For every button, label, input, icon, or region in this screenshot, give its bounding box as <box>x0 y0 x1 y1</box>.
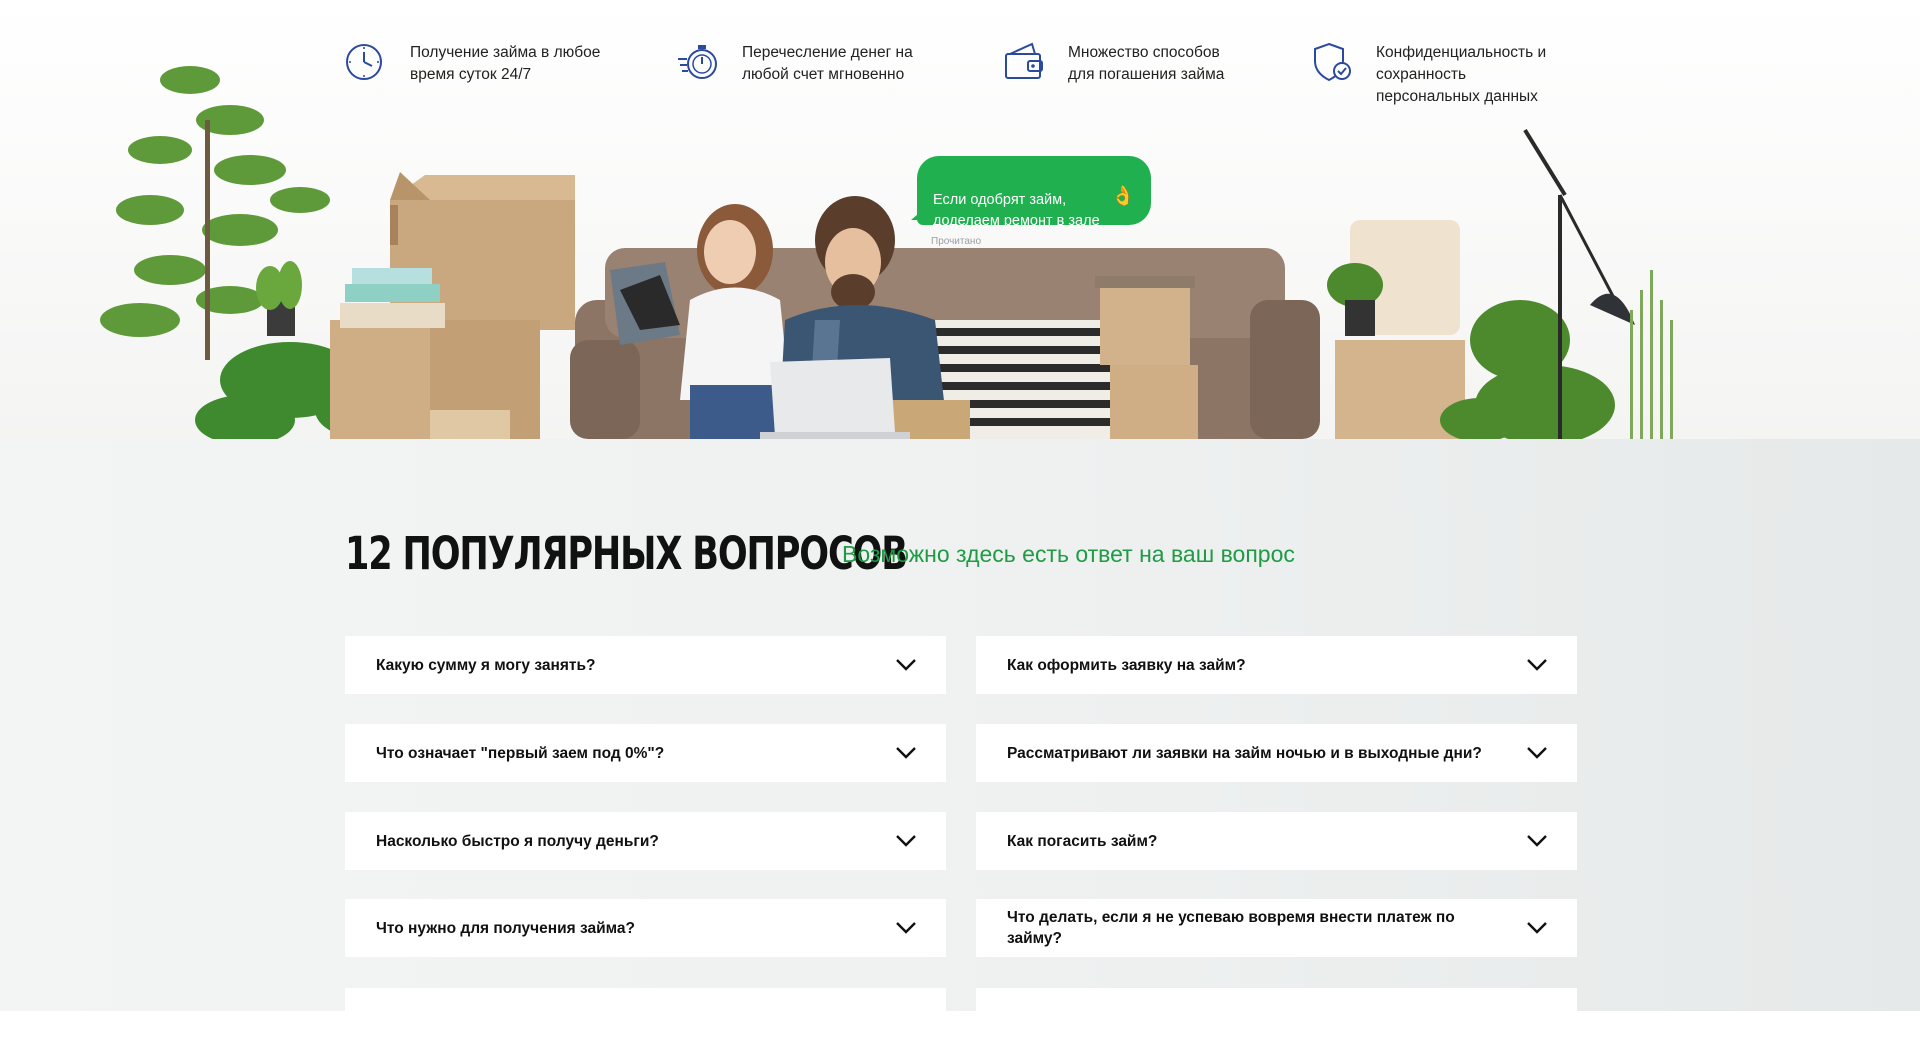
feature-text: Перечесление денег на любой счет мгновен… <box>742 44 913 83</box>
chevron-down-icon[interactable] <box>1526 834 1548 848</box>
feature-text: Получение займа в любое время суток 24/7 <box>410 44 601 83</box>
read-status: Прочитано <box>931 236 981 247</box>
question-text: Как оформить заявку на займ? <box>1007 656 1246 674</box>
chevron-down-icon[interactable] <box>895 834 917 848</box>
question-text: Что нужно для получения займа? <box>376 919 635 937</box>
question-text: Что означает "первый заем под 0%"? <box>376 744 665 762</box>
faq-section: 12 ПОПУЛЯРНЫХ ВОПРОСОВ Возможно здесь ес… <box>0 439 1920 1046</box>
chevron-down-icon[interactable] <box>895 921 917 935</box>
chevron-down-icon[interactable] <box>895 658 917 672</box>
feature-text: Конфиденциальность и сохранность персона… <box>1376 44 1547 105</box>
faq-question[interactable]: Как погасить займ? <box>976 812 1577 870</box>
shield-check-icon <box>1310 40 1354 84</box>
question-text: Что делать, если я не успеваю вовремя вн… <box>1007 909 1455 947</box>
faq-question-partial[interactable] <box>345 988 946 1046</box>
faq-question[interactable]: Какую сумму я могу занять? <box>345 636 946 694</box>
stopwatch-icon <box>676 40 720 84</box>
wallet-icon <box>1002 40 1046 84</box>
faq-question[interactable]: Рассматривают ли заявки на займ ночью и … <box>976 724 1577 782</box>
faq-question[interactable]: Что делать, если я не успеваю вовремя вн… <box>976 899 1577 957</box>
chevron-down-icon[interactable] <box>895 746 917 760</box>
chevron-down-icon[interactable] <box>1526 921 1548 935</box>
faq-title: 12 ПОПУЛЯРНЫХ ВОПРОСОВ <box>345 527 908 580</box>
faq-question[interactable]: Что нужно для получения займа? <box>345 899 946 957</box>
question-text: Как погасить займ? <box>1007 832 1158 850</box>
faq-question[interactable]: Как оформить заявку на займ? <box>976 636 1577 694</box>
chevron-down-icon[interactable] <box>1526 746 1548 760</box>
chevron-down-icon[interactable] <box>1526 658 1548 672</box>
question-text: Рассматривают ли заявки на займ ночью и … <box>1007 744 1482 762</box>
clock-icon <box>344 40 388 84</box>
feature-repayment-methods: Множество способов для погашения займа <box>1002 40 1258 86</box>
feature-instant-transfer: Перечесление денег на любой счет мгновен… <box>676 40 942 86</box>
feature-24-7: Получение займа в любое время суток 24/7 <box>344 40 630 86</box>
faq-subtitle: Возможно здесь есть ответ на ваш вопрос <box>842 541 1295 567</box>
feature-text: Множество способов для погашения займа <box>1068 44 1225 83</box>
feature-list: Получение займа в любое время суток 24/7… <box>0 40 1920 120</box>
hero-section: Получение займа в любое время суток 24/7… <box>0 0 1920 439</box>
chat-message: Если одобрят займ, доделаем ремонт в зал… <box>933 192 1100 229</box>
ok-hand-emoji: 👌 <box>1111 186 1135 207</box>
question-text: Насколько быстро я получу деньги? <box>376 832 659 850</box>
chat-bubble: Если одобрят займ, доделаем ремонт в зал… <box>917 156 1151 229</box>
faq-question-partial[interactable] <box>976 988 1577 1046</box>
faq-question[interactable]: Насколько быстро я получу деньги? <box>345 812 946 870</box>
question-text: Какую сумму я могу занять? <box>376 656 596 674</box>
faq-question[interactable]: Что означает "первый заем под 0%"? <box>345 724 946 782</box>
feature-privacy: Конфиденциальность и сохранность персона… <box>1310 40 1576 108</box>
